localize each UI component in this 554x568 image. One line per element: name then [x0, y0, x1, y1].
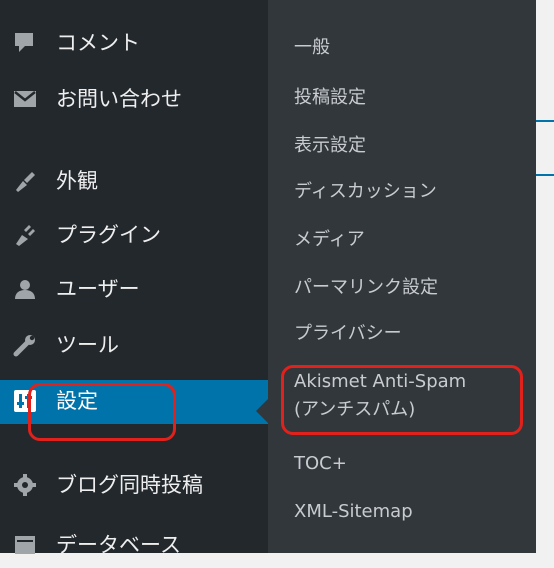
comment-icon	[12, 30, 38, 56]
page-background	[536, 0, 554, 553]
menu-item-label: 外観	[56, 169, 98, 193]
menu-item-label: プラグイン	[56, 223, 161, 247]
menu-item-label: コメント	[56, 31, 140, 55]
menu-item-database[interactable]: データベース	[0, 524, 268, 568]
mail-icon	[12, 86, 38, 112]
wrench-icon	[12, 332, 38, 358]
menu-item-tools[interactable]: ツール	[0, 324, 268, 368]
gear-icon	[12, 472, 38, 498]
plugin-icon	[12, 222, 38, 248]
submenu-item-general[interactable]: 一般	[294, 36, 330, 60]
menu-item-appearance[interactable]: 外観	[0, 160, 268, 204]
menu-item-comments[interactable]: コメント	[0, 22, 268, 66]
submenu-item-writing[interactable]: 投稿設定	[294, 86, 366, 110]
menu-item-label: ブログ同時投稿	[56, 473, 203, 497]
menu-item-contact[interactable]: お問い合わせ	[0, 78, 268, 122]
menu-item-users[interactable]: ユーザー	[0, 268, 268, 312]
submenu-item-discussion[interactable]: ディスカッション	[294, 180, 437, 204]
highlight-akismet-box	[281, 365, 523, 435]
current-menu-pointer	[256, 399, 268, 423]
submenu-item-toc-plus[interactable]: TOC+	[294, 452, 347, 476]
submenu-item-reading[interactable]: 表示設定	[294, 134, 366, 158]
settings-submenu: 一般 投稿設定 表示設定 ディスカッション メディア パーマリンク設定 プライバ…	[268, 0, 536, 553]
database-icon	[12, 532, 38, 558]
menu-item-label: データベース	[56, 533, 181, 557]
menu-item-label: ユーザー	[56, 277, 140, 301]
paintbrush-icon	[12, 168, 38, 194]
submenu-item-media[interactable]: メディア	[294, 228, 365, 252]
submenu-item-permalinks[interactable]: パーマリンク設定	[294, 276, 438, 300]
admin-sidebar-menu: コメント お問い合わせ 外観 プラグイン ユーザー ツール 設定 ブログ同時投稿…	[0, 0, 268, 557]
submenu-item-privacy[interactable]: プライバシー	[294, 322, 402, 346]
user-icon	[12, 276, 38, 302]
content-accent-line	[536, 120, 554, 122]
menu-item-label: ツール	[56, 333, 119, 357]
content-accent-line	[536, 174, 554, 176]
highlight-settings-box	[28, 383, 176, 441]
menu-item-blog-crosspost[interactable]: ブログ同時投稿	[0, 464, 268, 508]
menu-item-label: お問い合わせ	[56, 87, 182, 111]
menu-item-plugins[interactable]: プラグイン	[0, 214, 268, 258]
submenu-item-xml-sitemap[interactable]: XML-Sitemap	[294, 500, 413, 524]
